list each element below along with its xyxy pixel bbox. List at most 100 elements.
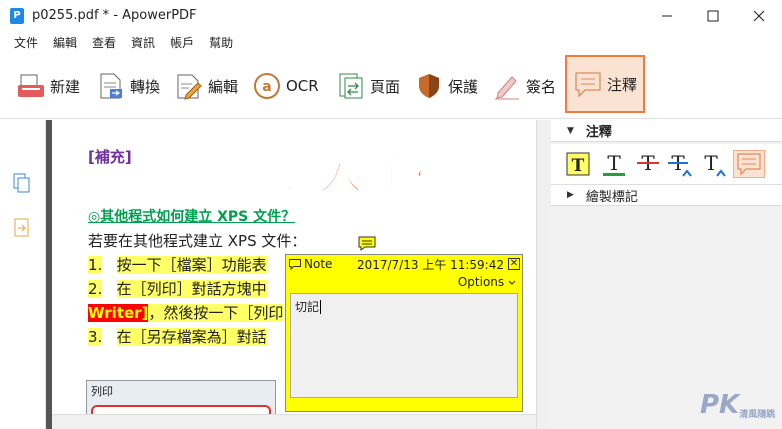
supplement-heading: [補充] xyxy=(88,148,132,166)
attachment-icon[interactable] xyxy=(12,217,32,239)
page-icon xyxy=(339,73,363,99)
annotate-button[interactable]: 注釋 xyxy=(565,55,646,113)
menu-file[interactable]: 文件 xyxy=(14,34,38,51)
svg-text:a: a xyxy=(262,79,271,95)
note-datetime: 2017/7/13 上午 11:59:42 xyxy=(356,257,504,272)
annotate-label: 注釋 xyxy=(607,75,638,94)
page-label: 頁面 xyxy=(370,77,401,96)
close-button[interactable] xyxy=(736,0,782,31)
underline-text-icon[interactable]: T xyxy=(601,150,627,178)
note-title: Note xyxy=(304,257,333,271)
comment-icon xyxy=(575,72,601,98)
note-options-dropdown[interactable]: Options xyxy=(458,275,516,289)
watermark-text: PK xyxy=(700,390,740,420)
protect-label: 保護 xyxy=(448,77,479,96)
step-2-text: 在［列印］對話方塊中 xyxy=(116,280,267,298)
new-doc-icon xyxy=(18,74,44,97)
pages-thumbnail-icon[interactable] xyxy=(12,172,32,194)
svg-text:T: T xyxy=(704,151,718,175)
strikethrough-text-icon[interactable]: T xyxy=(635,150,661,178)
vertical-scrollbar[interactable] xyxy=(536,120,551,429)
annotation-section-header[interactable]: ▼ 注釋 xyxy=(551,120,782,142)
step-3-text: 在［另存檔案為］對話 xyxy=(116,328,267,346)
step-3-number: 3. xyxy=(88,328,103,346)
minimize-icon xyxy=(662,15,672,16)
watermark-sub: 清風隨跳 xyxy=(739,410,776,420)
convert-label: 轉換 xyxy=(130,77,161,96)
maximize-icon xyxy=(707,10,719,21)
note-close-icon: ✕ xyxy=(509,258,519,269)
ocr-label: OCR xyxy=(286,77,319,95)
print-dialog-highlight xyxy=(91,405,271,414)
doc-step-3: 3. 在［另存檔案為］對話 xyxy=(88,326,267,347)
note-close-button[interactable]: ✕ xyxy=(508,258,520,270)
shield-icon xyxy=(419,74,439,98)
edit-label: 編輯 xyxy=(208,77,239,96)
doc-step-1: 1. 按一下［檔案］功能表 xyxy=(88,254,267,275)
menu-bar: 文件 編輯 查看 資訊 帳戶 幫助 xyxy=(0,31,782,53)
new-label: 新建 xyxy=(50,77,81,96)
svg-text:T: T xyxy=(607,151,621,175)
print-dialog-title: 列印 xyxy=(91,385,113,398)
title-bar: P p0255.pdf * - ApowerPDF xyxy=(0,0,782,31)
menu-view[interactable]: 查看 xyxy=(92,34,116,51)
draw-markup-section-label: 繪製標記 xyxy=(585,189,638,205)
new-button[interactable]: 新建 xyxy=(16,65,80,107)
step-1-number: 1. xyxy=(88,256,103,274)
insert-text-icon[interactable]: T xyxy=(701,150,727,178)
note-text-area[interactable]: 切記 xyxy=(290,293,518,398)
convert-icon xyxy=(100,73,122,99)
step-1-text: 按一下［檔案］功能表 xyxy=(116,256,267,274)
annotation-panel: ▼ 注釋 T T T T T ▶ 繪製標記 xyxy=(551,120,782,429)
horizontal-scrollbar[interactable] xyxy=(52,414,536,429)
replace-text-icon[interactable]: T xyxy=(667,150,693,178)
maximize-button[interactable] xyxy=(690,0,736,31)
expanded-arrow-icon: ▼ xyxy=(567,125,574,136)
edit-icon xyxy=(177,74,202,100)
chevron-down-icon xyxy=(508,280,516,285)
note-icon xyxy=(289,258,301,270)
app-logo-icon: P xyxy=(10,7,24,24)
main-toolbar: 新建 轉換 編輯 a OCR 頁面 保護 簽名 注釋 xyxy=(0,53,782,119)
ocr-button[interactable]: a OCR xyxy=(252,65,319,107)
text-cursor xyxy=(320,300,322,314)
collapsed-arrow-icon: ▶ xyxy=(567,190,574,200)
xps-subheading: ◎其他程式如何建立 XPS 文件？ xyxy=(88,209,296,225)
overlay-title: 加入注釋 xyxy=(271,148,456,201)
note-popup[interactable]: Note 2017/7/13 上午 11:59:42 ✕ Options 切記 xyxy=(285,254,523,412)
note-header[interactable]: Note 2017/7/13 上午 11:59:42 ✕ xyxy=(286,255,522,273)
annotation-tools: T T T T T xyxy=(551,144,782,184)
step-2-cont-text: ，然後按一下［列印 xyxy=(148,304,284,322)
ocr-icon: a xyxy=(254,73,280,99)
doc-line-intro: 若要在其他程式建立 XPS 文件： xyxy=(88,232,307,250)
draw-markup-section-header[interactable]: ▶ 繪製標記 xyxy=(551,184,782,206)
pen-icon xyxy=(495,76,519,100)
left-sidebar xyxy=(0,120,46,429)
menu-info[interactable]: 資訊 xyxy=(131,34,155,51)
print-dialog-image: 列印 xyxy=(86,380,276,414)
svg-text:T: T xyxy=(572,156,585,176)
menu-edit[interactable]: 編輯 xyxy=(53,34,77,51)
sign-label: 簽名 xyxy=(526,77,557,96)
protect-button[interactable]: 保護 xyxy=(414,65,478,107)
edit-button[interactable]: 編輯 xyxy=(174,65,238,107)
highlight-text-icon[interactable]: T xyxy=(565,150,591,178)
page-button[interactable]: 頁面 xyxy=(336,65,400,107)
doc-step-2-cont: Writer]，然後按一下［列印 xyxy=(88,302,284,323)
convert-button[interactable]: 轉換 xyxy=(96,65,160,107)
minimize-button[interactable] xyxy=(644,0,690,31)
watermark-logo: PK清風隨跳 xyxy=(700,390,775,420)
note-body-text: 切記 xyxy=(295,300,320,314)
annotation-section-label: 注釋 xyxy=(585,125,612,140)
note-marker-icon[interactable] xyxy=(358,236,376,251)
step-2-red-highlight: Writer] xyxy=(88,304,149,322)
menu-account[interactable]: 帳戶 xyxy=(170,34,194,51)
step-2-number: 2. xyxy=(88,280,103,298)
window-title: p0255.pdf * - ApowerPDF xyxy=(32,8,197,23)
note-icon[interactable] xyxy=(733,150,765,178)
note-options-label: Options xyxy=(457,275,505,289)
close-icon xyxy=(753,10,765,21)
menu-help[interactable]: 幫助 xyxy=(209,34,233,51)
sign-button[interactable]: 簽名 xyxy=(492,65,556,107)
doc-step-2: 2. 在［列印］對話方塊中 xyxy=(88,278,267,299)
